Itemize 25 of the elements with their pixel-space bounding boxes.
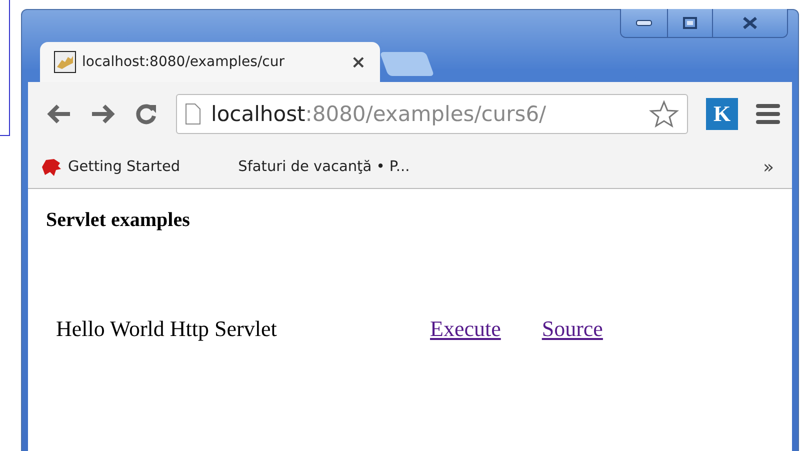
tab-title: localhost:8080/examples/cur	[82, 54, 286, 70]
address-bar[interactable]: localhost:8080/examples/curs6/	[176, 94, 688, 134]
servlet-link[interactable]: Source	[542, 316, 603, 342]
bookmark-link[interactable]: Getting Started	[40, 157, 180, 177]
forward-icon[interactable]	[90, 103, 116, 125]
star-icon[interactable]	[649, 100, 679, 128]
minimize-icon	[636, 20, 652, 26]
servlet-link[interactable]: Execute	[430, 316, 501, 342]
maximize-icon	[683, 17, 697, 29]
extension-button[interactable]: K	[706, 98, 738, 130]
tab-close-button[interactable]: ×	[350, 52, 366, 72]
maximize-button[interactable]	[667, 9, 712, 37]
page-heading: Servlet examples	[46, 209, 191, 232]
bookmark-link[interactable]: Sfaturi de vacanţă • P...	[238, 159, 410, 175]
back-icon[interactable]	[46, 103, 72, 125]
more-bookmarks-button[interactable]: »	[762, 156, 774, 178]
page-icon	[185, 103, 201, 125]
reload-icon[interactable]	[134, 102, 158, 126]
menu-icon[interactable]	[756, 103, 780, 125]
url-text: localhost:8080/examples/curs6/	[211, 102, 548, 126]
close-button[interactable]	[712, 9, 787, 37]
minimize-button[interactable]	[621, 9, 667, 37]
servlet-name: Hello World Http Servlet	[56, 316, 278, 342]
close-icon	[742, 16, 758, 30]
browser-tab[interactable]: localhost:8080/examples/cur ×	[40, 42, 380, 82]
